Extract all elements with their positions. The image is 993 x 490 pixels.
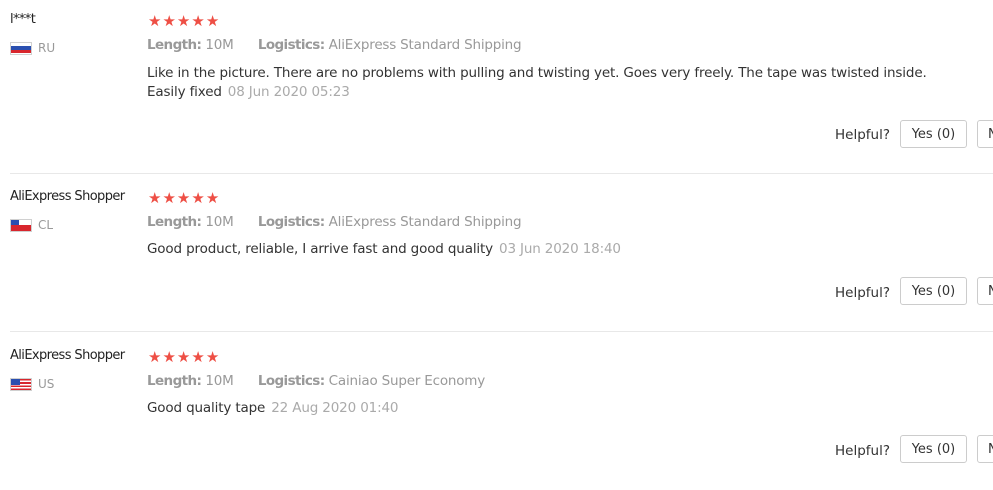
helpful-no-button[interactable]: N xyxy=(977,277,993,305)
star-icon: ★ xyxy=(205,12,220,30)
star-icon: ★ xyxy=(148,189,162,207)
length-label: Length: xyxy=(147,373,202,389)
review-text: Good quality tape 22 Aug 2020 01:40 xyxy=(147,399,947,418)
reviewer-name: AliExpress Shopper xyxy=(10,189,125,204)
star-rating: ★ ★ ★ ★ ★ xyxy=(148,12,219,30)
reviewer-country: US xyxy=(10,377,54,391)
review-text: Like in the picture. There are no proble… xyxy=(147,64,947,102)
review-text-line: Good quality tape xyxy=(147,400,266,416)
length-value: 10M xyxy=(205,373,234,389)
review-meta: Length: 10M Logistics: AliExpress Standa… xyxy=(147,37,522,53)
helpful-label: Helpful? xyxy=(835,285,891,301)
star-icon: ★ xyxy=(148,12,162,30)
country-code: CL xyxy=(38,218,54,232)
length-label: Length: xyxy=(147,37,202,53)
russia-flag-icon xyxy=(10,41,32,55)
helpful-no-button[interactable]: N xyxy=(977,435,993,463)
logistics-label: Logistics: xyxy=(257,214,325,230)
star-rating: ★ ★ ★ ★ ★ xyxy=(148,189,219,207)
helpful-no-button[interactable]: N xyxy=(977,120,993,148)
helpful-label: Helpful? xyxy=(835,127,891,143)
review-meta: Length: 10M Logistics: AliExpress Standa… xyxy=(147,214,522,230)
reviewer-name: AliExpress Shopper xyxy=(10,348,125,363)
star-icon: ★ xyxy=(191,348,205,366)
length-value: 10M xyxy=(205,37,234,53)
review-text: Good product, reliable, I arrive fast an… xyxy=(147,240,947,259)
logistics-label: Logistics: xyxy=(257,37,325,53)
reviewer-country: RU xyxy=(10,41,55,55)
star-icon: ★ xyxy=(148,348,162,366)
helpful-label: Helpful? xyxy=(835,443,891,459)
star-icon: ★ xyxy=(191,189,205,207)
helpful-yes-button[interactable]: Yes (0) xyxy=(900,120,967,148)
review-divider xyxy=(10,173,993,174)
star-rating: ★ ★ ★ ★ ★ xyxy=(148,348,219,366)
review-date: 22 Aug 2020 01:40 xyxy=(271,400,399,416)
reviewer-country: CL xyxy=(10,218,53,232)
star-icon: ★ xyxy=(191,12,205,30)
star-icon: ★ xyxy=(162,348,176,366)
star-icon: ★ xyxy=(162,189,176,207)
star-icon: ★ xyxy=(176,348,191,366)
star-icon: ★ xyxy=(176,189,191,207)
country-code: US xyxy=(38,377,55,391)
helpful-yes-button[interactable]: Yes (0) xyxy=(900,277,967,305)
review-date: 03 Jun 2020 18:40 xyxy=(499,241,621,257)
review-divider xyxy=(10,331,993,332)
star-icon: ★ xyxy=(162,12,176,30)
review-date: 08 Jun 2020 05:23 xyxy=(227,84,350,100)
length-label: Length: xyxy=(147,214,202,230)
logistics-value: Cainiao Super Economy xyxy=(328,373,486,389)
helpful-yes-button[interactable]: Yes (0) xyxy=(900,435,967,463)
review-text-line: Easily fixed xyxy=(147,84,222,100)
star-icon: ★ xyxy=(205,189,220,207)
review-meta: Length: 10M Logistics: Cainiao Super Eco… xyxy=(147,373,485,389)
review-text-line: Good product, reliable, I arrive fast an… xyxy=(147,241,493,257)
star-icon: ★ xyxy=(176,12,191,30)
review-text-line: Like in the picture. There are no proble… xyxy=(147,65,927,81)
logistics-value: AliExpress Standard Shipping xyxy=(328,214,522,230)
country-code: RU xyxy=(38,41,56,55)
logistics-value: AliExpress Standard Shipping xyxy=(328,37,522,53)
reviewer-name: l***t xyxy=(10,12,36,27)
star-icon: ★ xyxy=(205,348,220,366)
length-value: 10M xyxy=(205,214,234,230)
chile-flag-icon xyxy=(10,218,32,232)
usa-flag-icon xyxy=(10,377,32,391)
logistics-label: Logistics: xyxy=(257,373,325,389)
